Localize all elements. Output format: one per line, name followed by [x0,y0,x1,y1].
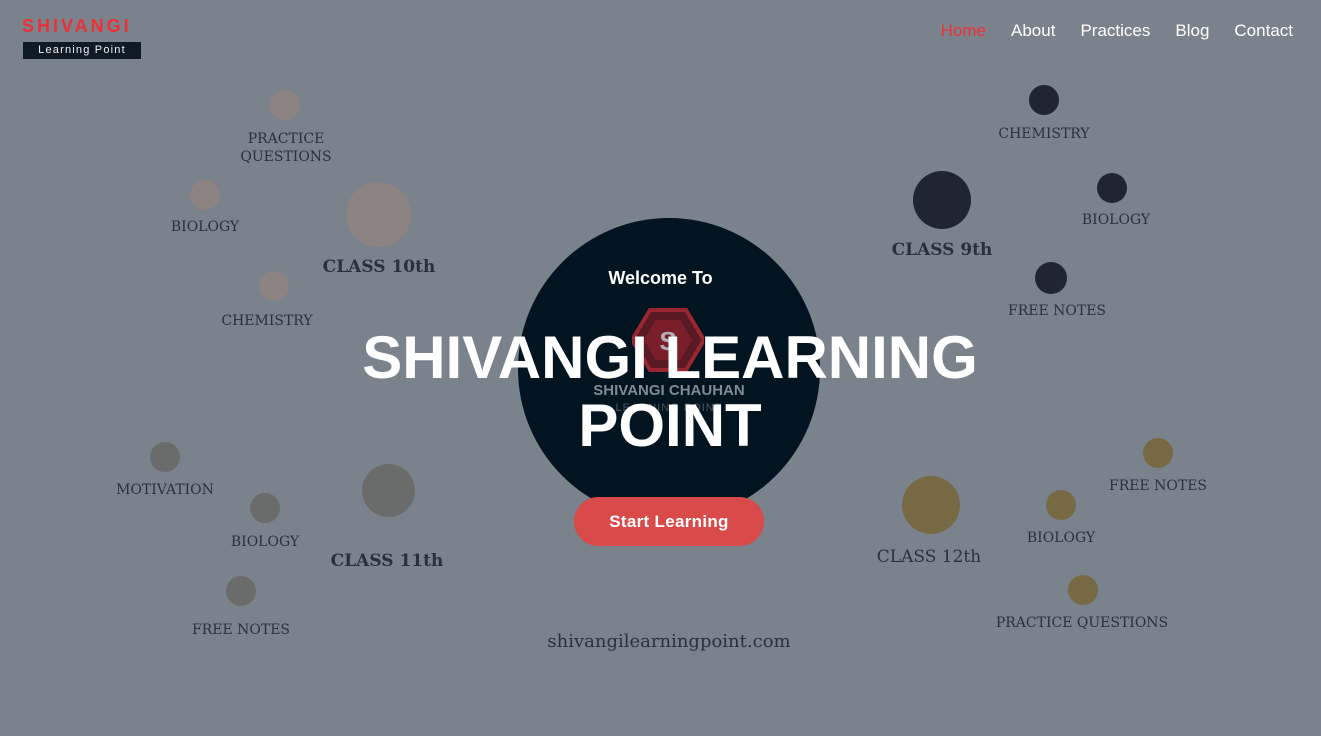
logo-brand-name: SHIVANGI [22,16,132,36]
class9-title-label: CLASS 9th [891,240,993,260]
class12-main-bubble [902,476,960,534]
nav-blog-link[interactable]: Blog [1175,21,1209,41]
start-learning-button[interactable]: Start Learning [574,497,764,546]
class10-biology-label: BIOLOGY [170,219,240,235]
class10-practice-label: PRACTICE QUESTIONS [240,131,332,165]
class10-biology-bubble [190,180,220,210]
class11-notes-bubble [226,576,256,606]
class11-title-label: CLASS 11th [330,551,444,571]
class12-practice-bubble [1068,575,1098,605]
class12-biology-bubble [1046,490,1076,520]
class9-main-bubble [913,171,971,229]
nav-practices-link[interactable]: Practices [1080,21,1150,41]
class12-practice-label: PRACTICE QUESTIONS [995,615,1169,631]
class10-chemistry-label: CHEMISTRY [221,313,313,329]
class11-motivation-label: MOTIVATION [116,482,214,498]
nav-home-link[interactable]: Home [941,21,986,41]
class9-biology-bubble [1097,173,1127,203]
class11-main-bubble [362,464,415,517]
class12-title-label: CLASS 12th [876,547,982,567]
main-nav: Home About Practices Blog Contact [916,21,1293,41]
logo-tagline: Learning Point [23,42,141,59]
site-logo[interactable]: SHIVANGI Learning Point [22,16,142,60]
class10-main-bubble [346,182,411,247]
class9-chemistry-label: CHEMISTRY [998,126,1090,142]
hero-title: SHIVANGI LEARNING POINT [362,324,978,459]
site-url: shivangilearningpoint.com [547,631,791,652]
class12-notes-label: FREE NOTES [1108,478,1208,494]
class9-notes-label: FREE NOTES [1007,303,1107,319]
class12-biology-label: BIOLOGY [1026,530,1096,546]
class9-biology-label: BIOLOGY [1081,212,1151,228]
class9-chemistry-bubble [1029,85,1059,115]
class10-practice-bubble [270,90,300,120]
class11-biology-label: BIOLOGY [230,534,300,550]
class11-motivation-bubble [150,442,180,472]
class11-biology-bubble [250,493,280,523]
nav-contact-link[interactable]: Contact [1234,21,1293,41]
nav-about-link[interactable]: About [1011,21,1055,41]
welcome-text: Welcome To [608,268,713,288]
class12-notes-bubble [1143,438,1173,468]
